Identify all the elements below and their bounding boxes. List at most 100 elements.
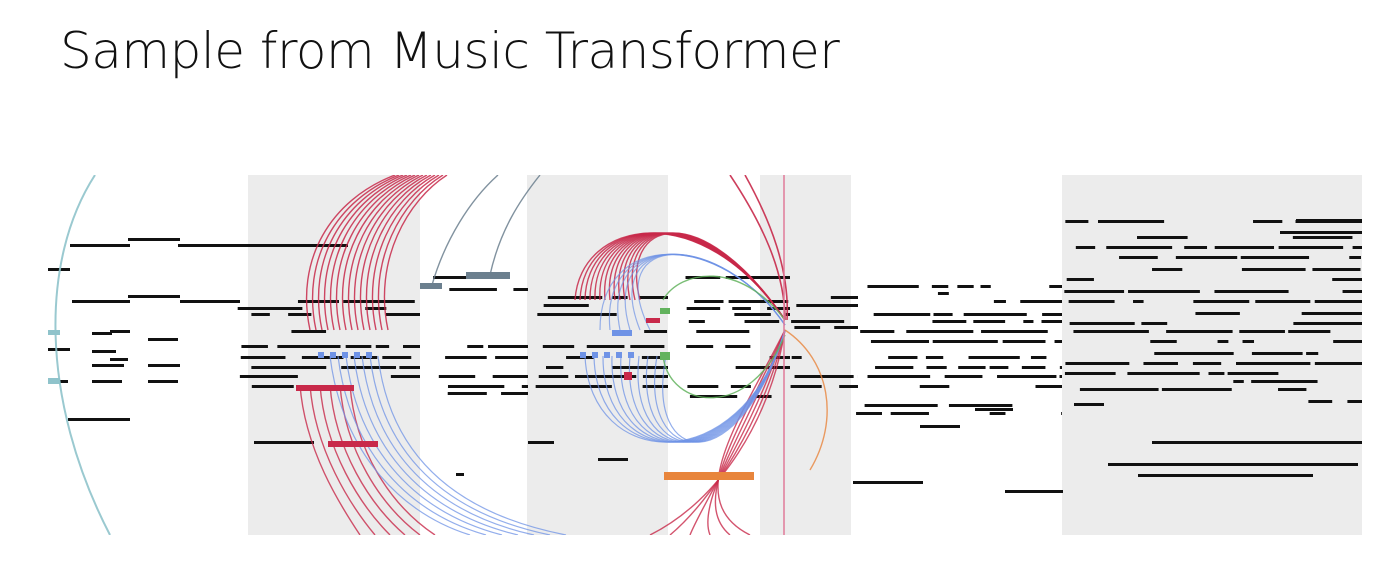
note: [92, 364, 124, 367]
note: [1152, 268, 1183, 271]
note: [920, 425, 960, 428]
note: [948, 404, 1013, 407]
note: [973, 320, 1006, 323]
attended-note: [318, 352, 324, 358]
note: [1143, 362, 1178, 365]
note: [1251, 352, 1303, 355]
note: [445, 356, 487, 359]
note: [447, 392, 487, 395]
note: [1161, 388, 1232, 391]
note: [989, 412, 1006, 415]
attended-note: [580, 352, 586, 358]
note: [1236, 362, 1311, 365]
note: [1333, 340, 1362, 343]
note: [958, 366, 986, 369]
note: [1098, 220, 1165, 223]
note: [1227, 372, 1279, 375]
note: [944, 375, 983, 378]
note: [1251, 380, 1318, 383]
note: [521, 385, 528, 388]
note: [237, 307, 303, 310]
note: [1002, 340, 1046, 343]
note: [1233, 380, 1244, 383]
note: [528, 441, 554, 444]
note: [856, 412, 882, 415]
note: [110, 330, 130, 333]
note: [1193, 300, 1250, 303]
note: [375, 345, 390, 348]
note: [1074, 403, 1104, 406]
note: [1184, 246, 1208, 249]
note: [1296, 219, 1362, 222]
note: [495, 356, 528, 359]
note: [1352, 246, 1362, 249]
note: [92, 350, 116, 353]
note: [796, 304, 858, 307]
note: [1301, 312, 1362, 315]
note: [48, 348, 70, 351]
note: [1137, 236, 1188, 239]
note: [1349, 256, 1361, 259]
note: [538, 375, 569, 378]
note: [728, 300, 789, 303]
note: [926, 366, 947, 369]
note: [1192, 362, 1222, 365]
note: [1154, 352, 1234, 355]
attended-note: [342, 352, 348, 358]
note: [110, 358, 128, 361]
note: [291, 330, 327, 333]
note: [1119, 256, 1158, 259]
note: [456, 473, 464, 476]
note: [1064, 290, 1125, 293]
note: [957, 285, 974, 288]
note: [1166, 330, 1233, 333]
note: [365, 307, 387, 310]
note: [1069, 322, 1135, 325]
note: [251, 313, 270, 316]
note: [1138, 474, 1313, 477]
note: [993, 300, 1006, 303]
note: [399, 366, 420, 369]
attended-note: [354, 352, 360, 358]
note: [1023, 320, 1034, 323]
attended-note: [664, 472, 754, 480]
note: [1152, 441, 1362, 444]
note: [1054, 340, 1062, 343]
note: [92, 332, 112, 335]
note: [1108, 463, 1358, 466]
note: [997, 375, 1057, 378]
note: [542, 345, 575, 348]
attended-note: [612, 330, 632, 336]
note: [919, 385, 950, 388]
note: [241, 345, 268, 348]
note: [890, 412, 929, 415]
note: [696, 330, 750, 333]
note: [72, 300, 130, 303]
note: [92, 380, 122, 383]
note: [1332, 278, 1362, 281]
note: [791, 320, 845, 323]
note: [860, 330, 895, 333]
note: [1005, 490, 1063, 493]
attended-note: [660, 352, 670, 360]
note: [598, 458, 628, 461]
note: [834, 326, 858, 329]
note: [488, 345, 528, 348]
note: [501, 392, 528, 395]
note: [1079, 388, 1159, 391]
note: [933, 313, 953, 316]
note: [1292, 236, 1353, 239]
note: [438, 375, 476, 378]
note: [449, 288, 497, 291]
note: [791, 356, 802, 359]
attention-arc: [54, 175, 111, 535]
note: [875, 366, 914, 369]
note: [1214, 246, 1275, 249]
note: [1141, 322, 1168, 325]
note: [989, 366, 1009, 369]
note: [1150, 340, 1177, 343]
note: [688, 320, 705, 323]
note: [686, 345, 714, 348]
note: [1253, 220, 1283, 223]
note: [1342, 290, 1362, 293]
